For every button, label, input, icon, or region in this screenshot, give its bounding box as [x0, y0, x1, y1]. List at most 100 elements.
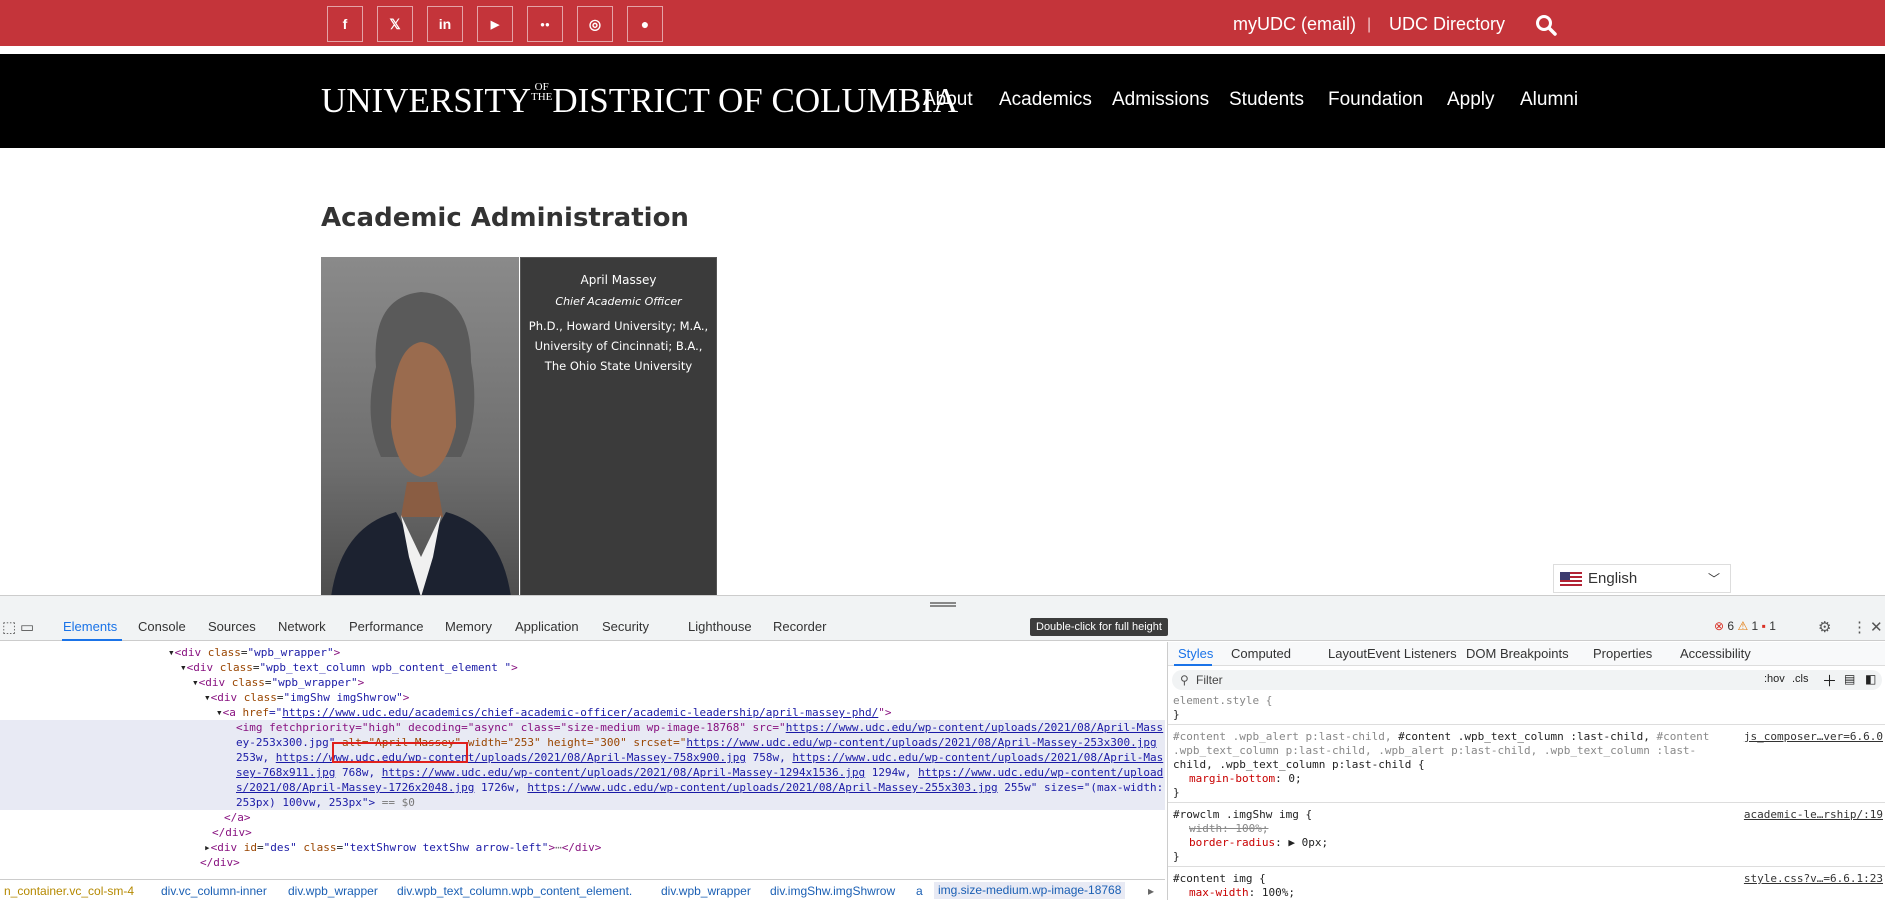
tab-event-listeners[interactable]: Event Listeners [1367, 646, 1457, 661]
language-selector[interactable]: English ﹀ [1553, 564, 1731, 593]
dom-node[interactable]: </div> [0, 825, 1165, 840]
style-rule-selector[interactable]: .wpb_text_column p:last-child, .wpb_aler… [1173, 744, 1883, 758]
filter-icon: ⚲ [1180, 673, 1189, 687]
dom-node-selected[interactable]: 253w, https://www.udc.edu/wp-content/upl… [0, 750, 1165, 765]
linkedin-icon[interactable]: in [427, 6, 463, 42]
error-count: 6 [1727, 619, 1735, 633]
style-declaration[interactable]: margin-bottom: 0; [1173, 772, 1883, 786]
settings-gear-icon[interactable]: ⚙ [1818, 618, 1831, 636]
nav-admissions[interactable]: Admissions [1112, 89, 1209, 111]
alt-attribute-highlight-box [332, 742, 468, 763]
filter-input[interactable]: Filter [1196, 673, 1223, 687]
error-icon: ⊗ [1714, 619, 1725, 633]
us-flag-icon [1560, 571, 1582, 586]
nav-academics[interactable]: Academics [999, 89, 1092, 111]
active-tab-indicator [1174, 664, 1212, 666]
dom-node[interactable]: </div> [0, 855, 1165, 870]
tab-accessibility[interactable]: Accessibility [1680, 646, 1751, 661]
dom-node[interactable]: ▾<div class="imgShw imgShwrow"> [0, 690, 1165, 705]
other-social-icon[interactable]: ● [627, 6, 663, 42]
styles-filter[interactable]: ⚲ Filter :hov .cls ＋ ▤ ◧ [1172, 670, 1882, 690]
devtools-panel: ⬚ ▭ Elements Console Sources Network Per… [0, 595, 1885, 900]
nav-apply[interactable]: Apply [1447, 89, 1495, 111]
computed-sidebar-icon[interactable]: ◧ [1865, 672, 1876, 686]
instagram-icon[interactable]: ◎ [577, 6, 613, 42]
facebook-icon[interactable]: f [327, 6, 363, 42]
style-declaration[interactable]: border-radius: ▶ 0px; [1173, 836, 1883, 850]
tab-sources[interactable]: Sources [208, 619, 256, 634]
tab-security[interactable]: Security [602, 619, 649, 634]
inspect-element-icon[interactable]: ⬚ [2, 618, 16, 636]
tab-performance[interactable]: Performance [349, 619, 423, 634]
breadcrumb-item-active[interactable]: img.size-medium.wp-image-18768 [934, 882, 1126, 899]
dom-node[interactable]: ▾<div class="wpb_wrapper"> [0, 645, 1165, 660]
breadcrumb-item[interactable]: div.wpb_wrapper [661, 884, 751, 898]
tab-lighthouse[interactable]: Lighthouse [688, 619, 752, 634]
dom-node[interactable]: ▸<div id="des" class="textShwrow textShw… [0, 840, 1165, 855]
tab-styles[interactable]: Styles [1178, 646, 1213, 661]
issue-counters[interactable]: ⊗ 6 ⚠ 1 ▪ 1 [1714, 619, 1776, 633]
style-rule-selector[interactable]: child, .wpb_text_column p:last-child { [1173, 758, 1883, 772]
tab-dom-breakpoints[interactable]: DOM Breakpoints [1466, 646, 1569, 661]
tab-network[interactable]: Network [278, 619, 326, 634]
dom-node-selected[interactable]: sey-768x911.jpg 768w, https://www.udc.ed… [0, 765, 1165, 780]
class-toggle[interactable]: .cls [1792, 673, 1809, 685]
myudc-email-link[interactable]: myUDC (email) [1233, 14, 1356, 35]
language-label: English [1588, 570, 1638, 587]
device-toolbar-icon[interactable]: ▭ [20, 618, 34, 636]
style-rule-selector[interactable]: element.style { [1173, 694, 1883, 708]
udc-logo[interactable]: UNIVERSITY OF THEDISTRICT OF COLUMBIA [321, 81, 958, 121]
twitter-icon[interactable]: 𝕏 [377, 6, 413, 42]
breadcrumb-item[interactable]: a [916, 884, 923, 898]
tab-recorder[interactable]: Recorder [773, 619, 826, 634]
tab-memory[interactable]: Memory [445, 619, 492, 634]
style-source-link[interactable]: academic-le…rship/:19 [1744, 808, 1883, 821]
styles-tab-bar: Styles Computed Layout Event Listeners D… [1168, 642, 1885, 666]
youtube-icon[interactable]: ▶ [477, 6, 513, 42]
profile-name[interactable]: April Massey [521, 273, 716, 287]
breadcrumb-item[interactable]: n_container.vc_col-sm-4 [4, 884, 134, 898]
rule-divider [1168, 802, 1885, 803]
dom-node[interactable]: ▾<a href="https://www.udc.edu/academics/… [0, 705, 1165, 720]
breadcrumb-item[interactable]: div.wpb_text_column.wpb_content_element. [397, 884, 632, 898]
breadcrumb-item[interactable]: div.wpb_wrapper [288, 884, 378, 898]
style-declaration[interactable]: max-width: 100%; [1173, 886, 1883, 900]
dom-node-selected[interactable]: ey-253x300.jpg" alt="April Massey" width… [0, 735, 1165, 750]
dom-node[interactable]: ▾<div class="wpb_wrapper"> [0, 675, 1165, 690]
rule-divider [1168, 866, 1885, 867]
tab-elements[interactable]: Elements [63, 619, 117, 634]
new-rule-icon[interactable]: ＋ [1822, 670, 1837, 691]
style-declaration-overridden[interactable]: width: 100%; [1173, 822, 1883, 836]
breadcrumb-scroll-icon[interactable]: ▸ [1148, 884, 1154, 898]
close-icon[interactable]: ✕ [1870, 618, 1883, 636]
style-source-link[interactable]: style.css?v…=6.6.1:23 [1744, 872, 1883, 885]
tab-computed[interactable]: Computed [1231, 646, 1291, 661]
dom-node-selected[interactable]: <img fetchpriority="high" decoding="asyn… [0, 720, 1165, 735]
profile-photo[interactable] [321, 257, 519, 595]
issues-count: 1 [1769, 619, 1776, 633]
dom-node[interactable]: </a> [0, 810, 1165, 825]
dom-node[interactable]: ▾<div class="wpb_text_column wpb_content… [0, 660, 1165, 675]
nav-about[interactable]: About [923, 89, 973, 111]
flickr-icon[interactable]: ●● [527, 6, 563, 42]
style-source-link[interactable]: js_composer…ver=6.6.0 [1744, 730, 1883, 743]
search-icon[interactable] [1535, 14, 1557, 36]
dom-node-selected[interactable]: 253px) 100vw, 253px"> == $0 [0, 795, 1165, 810]
tab-application[interactable]: Application [515, 619, 579, 634]
nav-students[interactable]: Students [1229, 89, 1304, 111]
more-options-icon[interactable]: ⋮ [1852, 618, 1867, 636]
tab-console[interactable]: Console [138, 619, 186, 634]
devtools-tab-bar: ⬚ ▭ Elements Console Sources Network Per… [0, 613, 1885, 641]
tab-layout[interactable]: Layout [1328, 646, 1367, 661]
breadcrumb-item[interactable]: div.vc_column-inner [161, 884, 267, 898]
breadcrumb-item[interactable]: div.imgShw.imgShwrow [770, 884, 895, 898]
udc-directory-link[interactable]: UDC Directory [1389, 14, 1505, 35]
dom-node-selected[interactable]: s/2021/08/April-Massey-1726x2048.jpg 172… [0, 780, 1165, 795]
tab-properties[interactable]: Properties [1593, 646, 1652, 661]
element-state-icon[interactable]: ▤ [1844, 672, 1855, 686]
devtools-resize-handle[interactable] [0, 596, 1885, 613]
hover-state-toggle[interactable]: :hov [1764, 673, 1785, 685]
nav-foundation[interactable]: Foundation [1328, 89, 1423, 111]
nav-alumni[interactable]: Alumni [1520, 89, 1578, 111]
portrait-image [331, 292, 511, 595]
